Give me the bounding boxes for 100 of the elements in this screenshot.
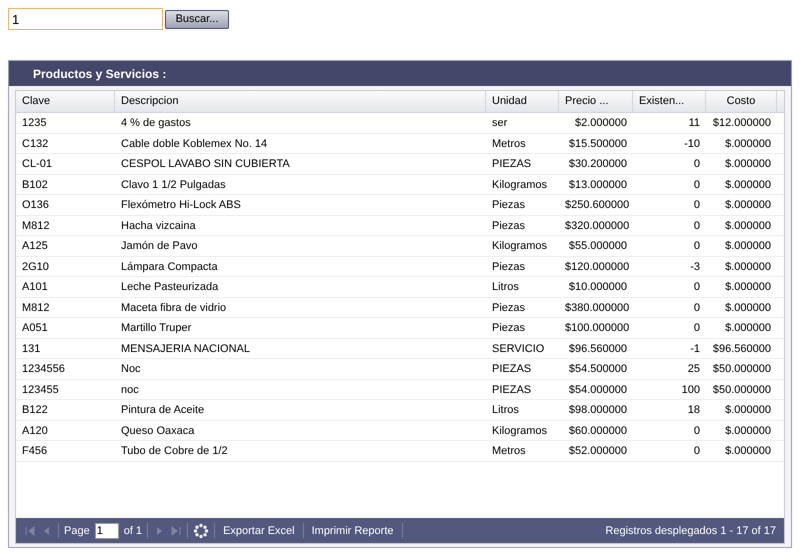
- table-cell-text: CL-01: [21, 157, 53, 172]
- table-cell-text: Jamón de Pavo: [120, 239, 198, 254]
- column-header[interactable]: Costo: [706, 91, 777, 112]
- search-button[interactable]: Buscar...: [165, 10, 229, 28]
- table-cell-text: Tubo de Cobre de 1/2: [120, 444, 229, 459]
- table-cell-text: $.000000: [724, 321, 772, 336]
- refresh-icon[interactable]: [193, 522, 210, 538]
- table-cell-text: 0: [692, 444, 701, 459]
- table-cell-text: 0: [692, 198, 701, 213]
- table-cell-text: A051: [21, 321, 49, 336]
- table-cell-text: Kilogramos: [491, 424, 548, 438]
- table-cell-text: $50.000000: [712, 382, 772, 398]
- table-cell-text: $.000000: [724, 157, 772, 172]
- table-cell-text: $.000000: [724, 260, 772, 274]
- column-header[interactable]: Existen...: [633, 91, 706, 112]
- table-cell-text: 0: [692, 300, 701, 316]
- table-cell-text: M812: [21, 300, 51, 316]
- table-cell-text: $50.000000: [712, 362, 772, 377]
- table-cell-text: C132: [21, 136, 50, 152]
- table-cell-text: Clavo 1 1/2 Pulgadas: [120, 178, 227, 192]
- table-cell-text: Piezas: [491, 218, 526, 234]
- table-cell-text: Piezas: [491, 198, 526, 213]
- table-cell-text: $2.000000: [574, 116, 628, 131]
- table-cell-text: F456: [21, 444, 48, 459]
- table-cell-text: Litros: [491, 403, 520, 418]
- table-cell-text: $380.000000: [564, 300, 630, 316]
- column-header[interactable]: Unidad: [486, 91, 559, 112]
- page-field[interactable]: 1: [94, 522, 119, 538]
- table-cell-text: $98.000000: [568, 403, 628, 418]
- column-header[interactable]: Descripcion: [115, 91, 486, 112]
- table-cell-text: Leche Pasteurizada: [120, 280, 220, 295]
- column-header[interactable]: Precio ...: [559, 91, 633, 112]
- toolbar-button[interactable]: Imprimir Reporte: [308, 524, 396, 536]
- table-cell-text: 1235: [21, 116, 48, 131]
- table-cell-text: $100.000000: [564, 321, 630, 336]
- table-cell-text: 18: [686, 403, 701, 418]
- table-cell-text: $54.000000: [568, 382, 628, 398]
- table-cell-text: Cable doble Koblemex No. 14: [120, 136, 268, 152]
- table-cell-text: $13.000000: [568, 178, 628, 192]
- records-info: Registros desplegados 1 - 17 of 17: [605, 524, 776, 536]
- table-cell-text: $.000000: [724, 280, 772, 295]
- table-cell-text: $120.000000: [564, 260, 630, 274]
- table-cell-text: 0: [692, 424, 701, 438]
- table-cell-text: $.000000: [724, 300, 772, 316]
- table-cell-text: -3: [689, 260, 701, 274]
- table-cell-text: A101: [21, 280, 49, 295]
- table-cell-text: $.000000: [724, 178, 772, 192]
- search-field[interactable]: 1: [8, 8, 163, 30]
- table-cell-text: MENSAJERIA NACIONAL: [120, 342, 251, 356]
- column-header[interactable]: Clave: [16, 91, 115, 112]
- table-cell-text: 0: [692, 239, 701, 254]
- table-cell-text: $60.000000: [568, 424, 628, 438]
- table-cell-text: Maceta fibra de vidrio: [120, 300, 228, 316]
- table-cell-text: Kilogramos: [491, 239, 548, 254]
- table-cell-text: 25: [686, 362, 701, 377]
- table-cell-text: PIEZAS: [491, 157, 532, 172]
- table-cell-text: 131: [21, 342, 42, 356]
- table-cell-text: 0: [692, 280, 701, 295]
- table-cell-text: $30.200000: [568, 157, 628, 172]
- table-cell-text: $.000000: [724, 198, 772, 213]
- page-count: of 1: [124, 524, 142, 536]
- table-cell-text: $10.000000: [568, 280, 628, 295]
- panel-title: Productos y Servicios :: [33, 66, 166, 80]
- table-cell-text: PIEZAS: [491, 362, 532, 377]
- table-cell-text: Lámpara Compacta: [120, 260, 219, 274]
- table-cell-text: Piezas: [491, 321, 526, 336]
- table-cell-text: $96.560000: [712, 342, 772, 356]
- table-cell-text: -1: [689, 342, 701, 356]
- table-cell-text: $96.560000: [568, 342, 628, 356]
- toolbar-button[interactable]: Exportar Excel: [220, 524, 298, 536]
- table-cell-text: CESPOL LAVABO SIN CUBIERTA: [120, 157, 291, 172]
- table-cell-text: B122: [21, 403, 49, 418]
- table-cell-text: Kilogramos: [491, 178, 548, 192]
- table-cell-text: $12.000000: [712, 116, 772, 131]
- table-cell-text: SERVICIO: [491, 342, 546, 356]
- table-cell-text: A120: [21, 424, 49, 438]
- table-cell-text: $.000000: [724, 403, 772, 418]
- table-cell-text: 100: [680, 382, 701, 398]
- table-cell-text: $.000000: [724, 444, 772, 459]
- table-cell-text: $.000000: [724, 218, 772, 234]
- table-cell-text: $52.000000: [568, 444, 628, 459]
- table-cell-text: $15.500000: [568, 136, 628, 152]
- table-cell-text: Flexómetro Hi-Lock ABS: [120, 198, 242, 213]
- table-cell-text: Pintura de Aceite: [120, 403, 206, 418]
- table-cell-text: Piezas: [491, 300, 526, 316]
- table-cell-text: 2G10: [21, 260, 50, 274]
- table-cell-text: Metros: [491, 444, 527, 459]
- table-cell-text: noc: [120, 382, 140, 398]
- table-cell-text: -10: [683, 136, 701, 152]
- table-cell-text: 11: [688, 116, 701, 131]
- table-cell-text: 0: [692, 157, 701, 172]
- table-cell-text: Piezas: [491, 260, 526, 274]
- table-cell-text: A125: [21, 239, 49, 254]
- table-cell-text: $55.000000: [568, 239, 628, 254]
- table-cell-text: Litros: [491, 280, 520, 295]
- page-label: Page: [64, 524, 90, 536]
- table-cell-text: 0: [692, 178, 701, 192]
- table-cell-text: 1234556: [21, 362, 66, 377]
- table-cell-text: Martillo Truper: [120, 321, 192, 336]
- table-cell-text: $.000000: [724, 239, 772, 254]
